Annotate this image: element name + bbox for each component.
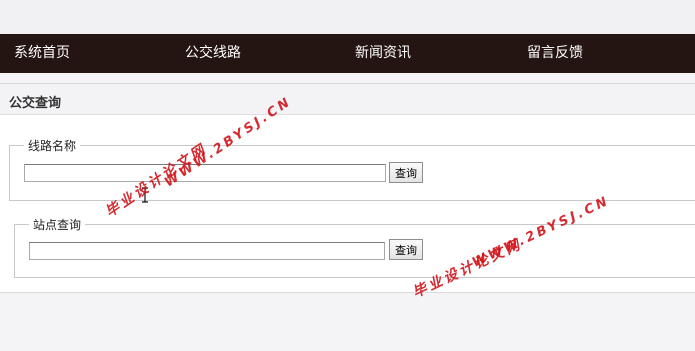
bus-query-panel: 公交查询 线路名称 查询 站点查询 查询 [0,83,695,293]
panel-header: 公交查询 [0,84,695,115]
nav-item-bus-routes[interactable]: 公交线路 [185,34,241,73]
stop-search-button[interactable]: 查询 [389,239,423,260]
page-top-background [0,0,695,34]
stop-search-legend: 站点查询 [33,218,82,232]
route-search-button[interactable]: 查询 [389,162,423,183]
route-search-legend: 线路名称 [28,139,77,153]
panel-title: 公交查询 [9,96,62,111]
nav-item-home[interactable]: 系统首页 [14,34,70,73]
stop-name-input[interactable] [29,242,385,260]
main-nav-bar: 系统首页 公交线路 新闻资讯 留言反馈 [0,34,695,73]
nav-item-feedback[interactable]: 留言反馈 [527,34,583,73]
nav-item-news[interactable]: 新闻资讯 [355,34,411,73]
